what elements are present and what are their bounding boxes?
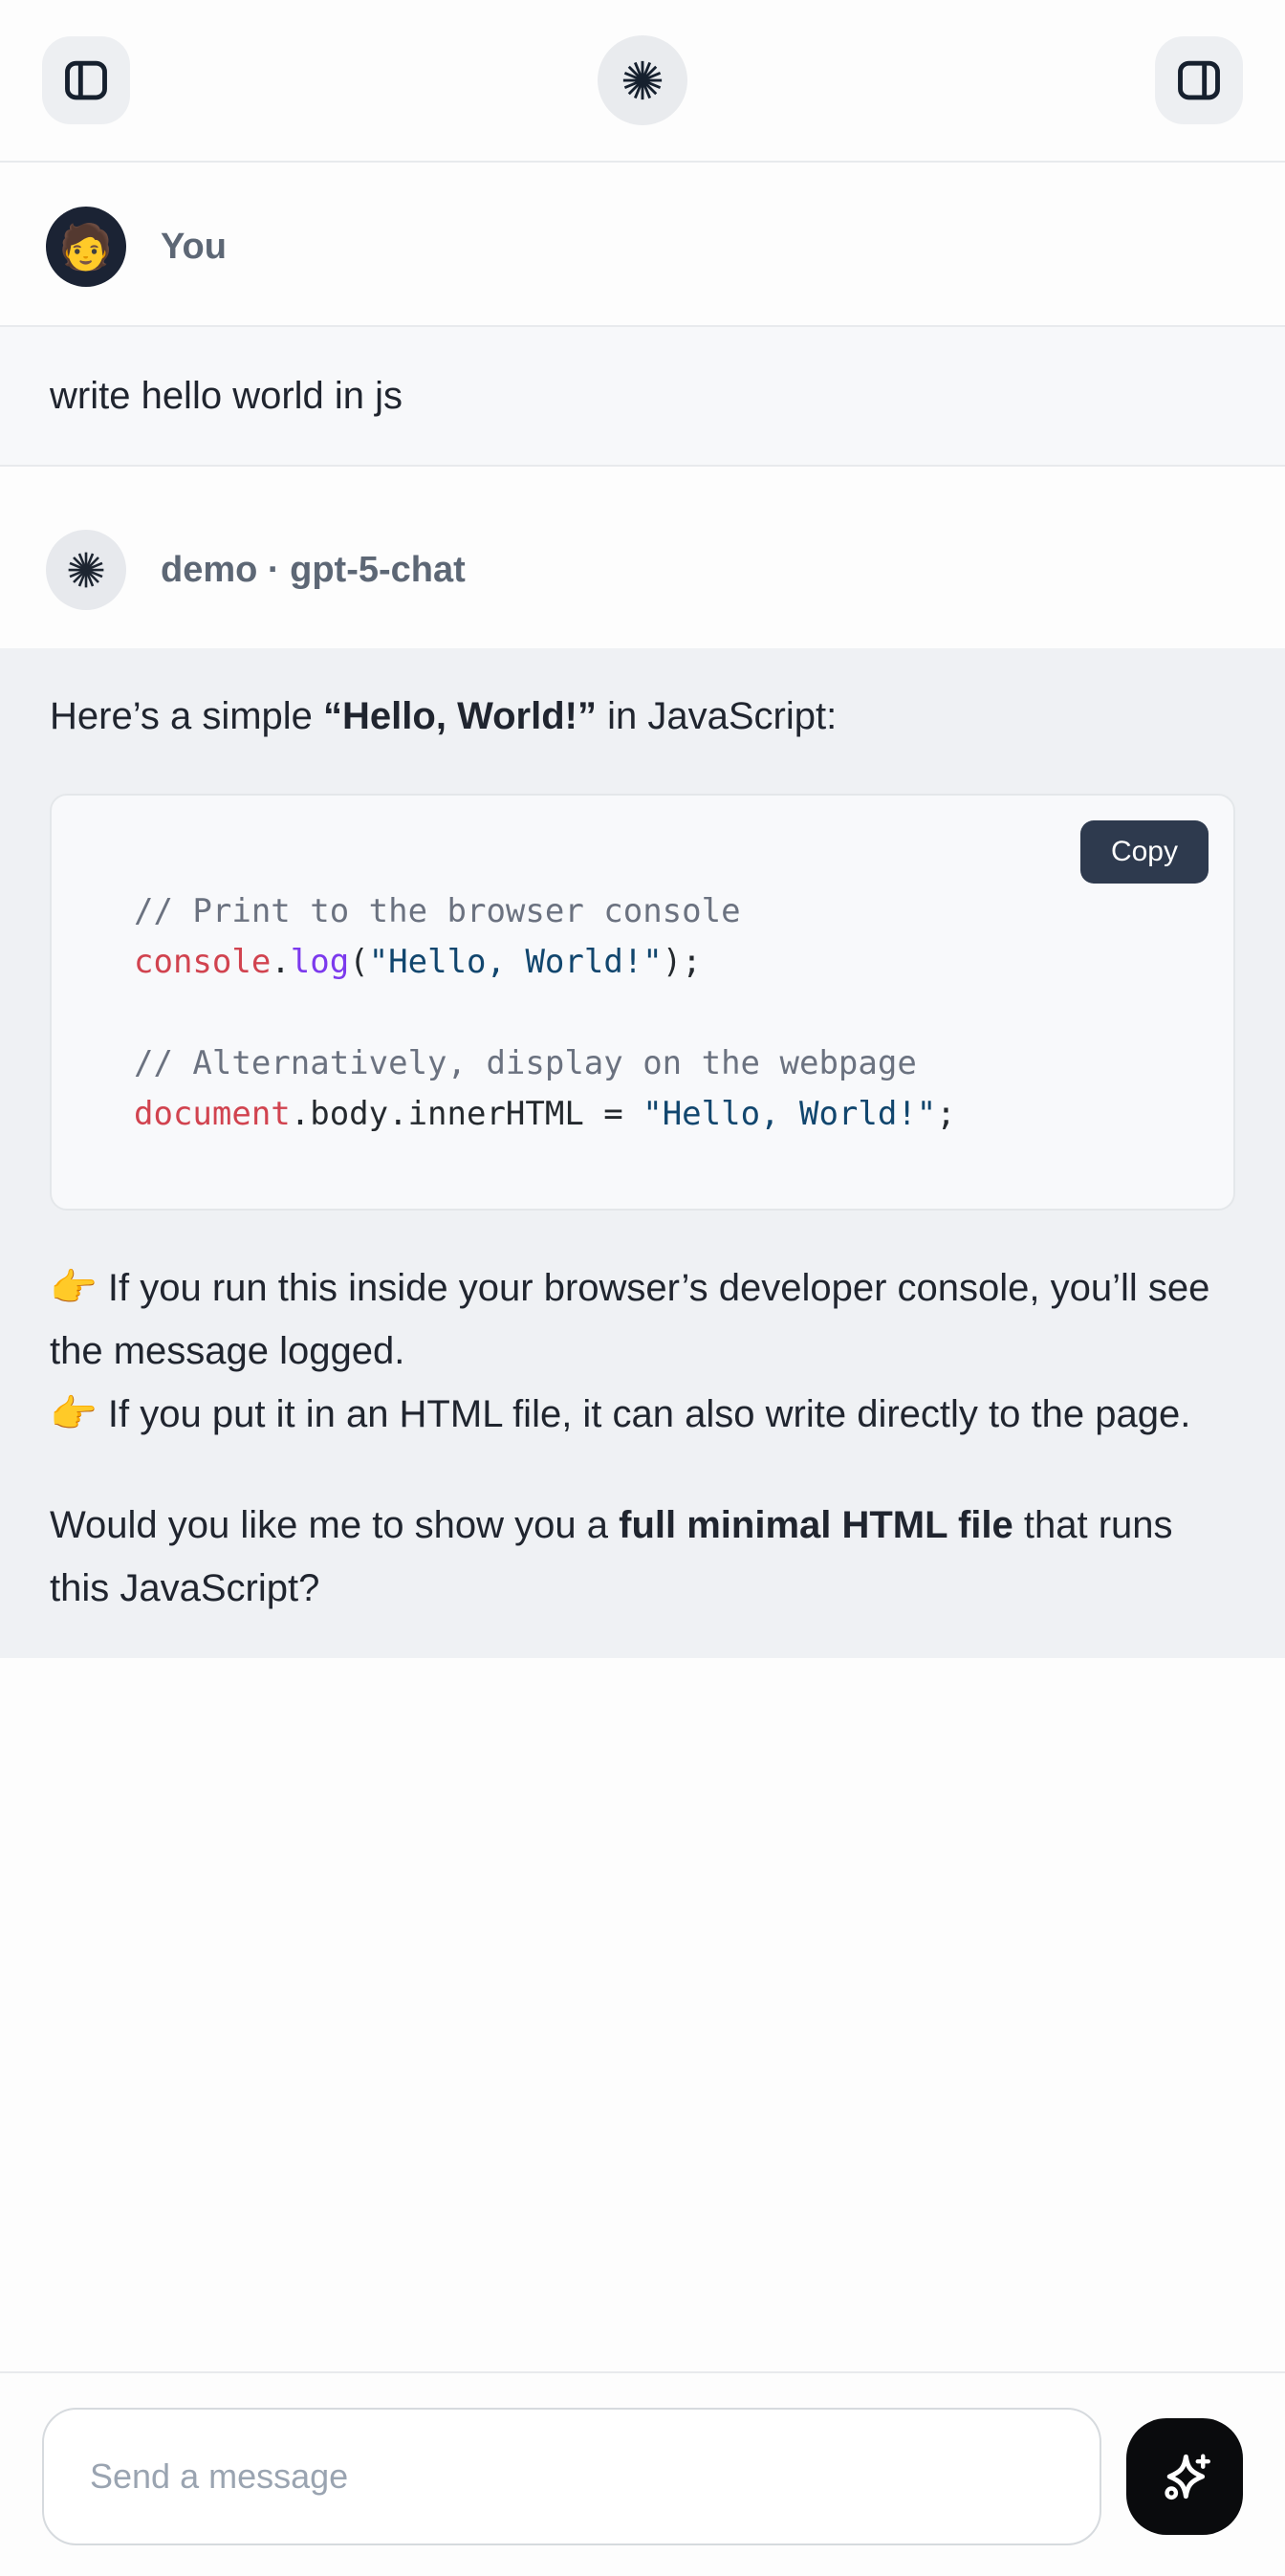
assistant-role-row: demo · gpt-5-chat (0, 486, 1285, 648)
intro-bold: “Hello, World!” (323, 695, 597, 737)
sidebar-left-toggle-button[interactable] (42, 36, 130, 124)
top-bar (0, 0, 1285, 163)
intro-suffix: in JavaScript: (597, 695, 837, 737)
user-role-row: 🧑 You (0, 163, 1285, 325)
code-token-plain: ); (663, 943, 702, 981)
sidebar-right-toggle-button[interactable] (1155, 36, 1243, 124)
send-button[interactable] (1126, 2418, 1243, 2535)
assistant-avatar (46, 530, 126, 610)
app-logo-button[interactable] (598, 35, 687, 125)
code-token-plain: ; (936, 1095, 955, 1133)
chat-app-screen: 🧑 You write hello world in js demo · gpt… (0, 0, 1285, 2576)
assistant-intro-paragraph: Here’s a simple “Hello, World!” in JavaS… (50, 685, 1235, 748)
user-message-text: write hello world in js (50, 375, 403, 417)
sparkle-send-icon (1153, 2445, 1216, 2508)
assistant-role-label: demo · gpt-5-chat (161, 550, 466, 591)
code-token-purple: log (291, 943, 349, 981)
message-input[interactable] (42, 2408, 1101, 2545)
question-prefix: Would you like me to show you a (50, 1504, 619, 1546)
code-content: // Print to the browser console console.… (52, 796, 1233, 1209)
code-token-string: "Hello, World!" (369, 943, 663, 981)
assistant-tip-paragraph-1: 👉 If you run this inside your browser’s … (50, 1256, 1235, 1383)
code-token-plain: ( (349, 943, 368, 981)
code-token-comment: // Print to the browser console (134, 892, 741, 930)
user-avatar: 🧑 (46, 207, 126, 287)
starburst-avatar-icon (66, 550, 106, 590)
assistant-question-paragraph: Would you like me to show you a full min… (50, 1494, 1235, 1620)
panel-right-icon (1174, 55, 1224, 105)
code-block: Copy // Print to the browser console con… (50, 794, 1235, 1211)
code-token-comment: // Alternatively, display on the webpage (134, 1044, 917, 1082)
user-role-label: You (161, 227, 227, 268)
panel-left-icon (61, 55, 111, 105)
composer-bar (0, 2371, 1285, 2576)
code-token-plain: .body.innerHTML = (291, 1095, 642, 1133)
starburst-logo-icon (621, 58, 664, 102)
intro-prefix: Here’s a simple (50, 695, 323, 737)
copy-code-button[interactable]: Copy (1080, 820, 1209, 884)
question-bold: full minimal HTML file (619, 1504, 1013, 1546)
code-token-string: "Hello, World!" (642, 1095, 936, 1133)
user-message: write hello world in js (0, 325, 1285, 467)
spacer (0, 467, 1285, 486)
code-token-plain: . (271, 943, 290, 981)
code-token-red: document (134, 1095, 291, 1133)
code-token-red: console (134, 943, 271, 981)
user-avatar-emoji: 🧑 (58, 225, 113, 269)
assistant-tip-paragraph-2: 👉 If you put it in an HTML file, it can … (50, 1383, 1235, 1446)
empty-chat-space (0, 1658, 1285, 2371)
assistant-message: Here’s a simple “Hello, World!” in JavaS… (0, 648, 1285, 1658)
